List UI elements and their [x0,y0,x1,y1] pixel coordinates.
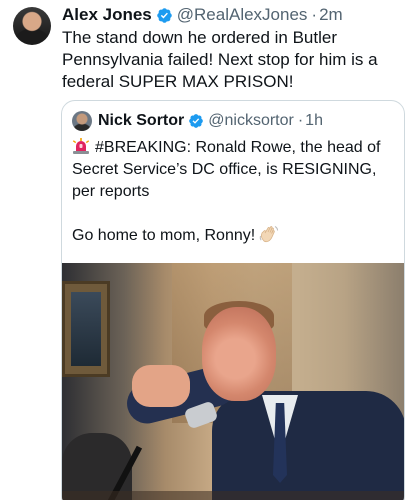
quote-author-avatar [72,111,92,131]
quote-verified-badge-icon [189,114,204,128]
photo-background-person [62,433,132,500]
author-avatar[interactable] [13,7,51,45]
author-handle[interactable]: @RealAlexJones [177,5,308,25]
quote-text-tail: Go home to mom, Ronny! [72,227,256,244]
quote-author-display-name: Nick Sortor [98,112,185,129]
photo-suit [212,391,404,500]
quote-text: #BREAKING: Ronald Rowe, the head of Secr… [72,137,397,247]
quote-timestamp: 1h [305,112,323,129]
quoted-tweet-card[interactable]: Nick Sortor @nicksortor · 1h #BREAKING: … [61,100,405,500]
author-display-name[interactable]: Alex Jones [62,5,152,25]
quote-header: Nick Sortor @nicksortor · 1h [72,110,323,132]
tweet-timestamp[interactable]: 2m [319,5,343,25]
verified-badge-icon [157,7,172,23]
tweet-text: The stand down he ordered in Butler Penn… [62,28,383,91]
tweet-header: Alex Jones @RealAlexJones · 2m [62,4,343,26]
quote-author-handle: @nicksortor [208,112,294,129]
photo-desk [62,491,404,500]
photo-portrait-frame [62,281,110,377]
quote-header-separator: · [297,112,304,129]
header-separator: · [311,5,318,24]
quote-media-photo[interactable] [62,263,404,500]
photo-face [202,307,276,401]
photo-hand [132,365,190,407]
rotating-light-icon [72,138,90,154]
waving-hand-icon [259,226,279,243]
quote-text-main: #BREAKING: Ronald Rowe, the head of Secr… [72,139,385,200]
